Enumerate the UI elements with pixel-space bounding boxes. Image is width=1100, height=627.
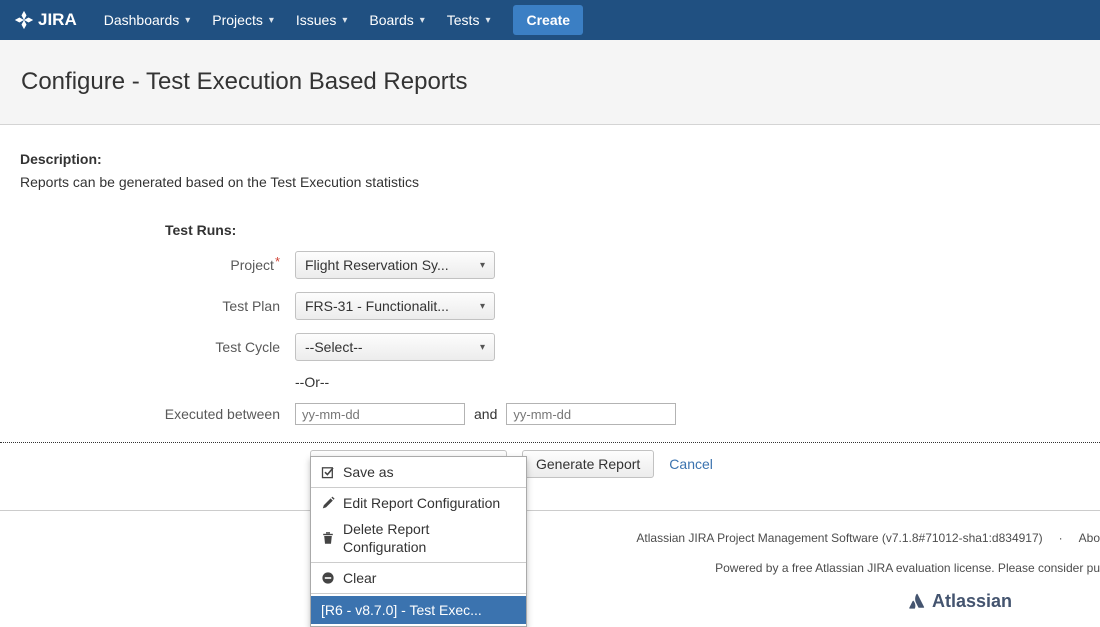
- atlassian-logo[interactable]: Atlassian: [0, 591, 1100, 612]
- footer-line-2: Powered by a free Atlassian JIRA evaluat…: [0, 561, 1100, 575]
- executed-to-input[interactable]: [506, 403, 676, 425]
- chevron-down-icon: ▾: [480, 342, 485, 353]
- menu-separator: [311, 562, 526, 563]
- minus-circle-icon: [321, 571, 335, 585]
- chevron-down-icon: ▾: [480, 301, 485, 312]
- page-footer: Atlassian JIRA Project Management Softwa…: [0, 510, 1100, 612]
- executed-from-input[interactable]: [295, 403, 465, 425]
- chevron-down-icon: ▾: [269, 15, 274, 26]
- top-navigation: JIRA Dashboards ▾ Projects ▾ Issues ▾ Bo…: [0, 0, 1100, 40]
- nav-item-projects[interactable]: Projects ▾: [201, 0, 285, 40]
- test-plan-select-value: FRS-31 - Functionalit...: [305, 298, 449, 314]
- required-asterisk: *: [275, 254, 280, 269]
- menu-item-edit-report-configuration[interactable]: Edit Report Configuration: [311, 490, 526, 516]
- nav-item-label: Tests: [447, 12, 480, 28]
- menu-item-selected-report[interactable]: [R6 - v8.7.0] - Test Exec...: [311, 596, 526, 624]
- trash-icon: [321, 531, 335, 545]
- test-plan-label: Test Plan: [20, 298, 295, 314]
- nav-item-tests[interactable]: Tests ▾: [436, 0, 502, 40]
- dotted-divider: [0, 442, 1100, 443]
- menu-item-clear[interactable]: Clear: [311, 565, 526, 591]
- description-text: Reports can be generated based on the Te…: [20, 174, 1080, 190]
- menu-separator: [311, 487, 526, 488]
- project-select-value: Flight Reservation Sy...: [305, 257, 449, 273]
- jira-logo-icon: [14, 10, 34, 30]
- nav-item-label: Projects: [212, 12, 263, 28]
- project-label-text: Project: [230, 257, 274, 273]
- test-runs-section-label: Test Runs:: [165, 222, 1080, 238]
- footer-version-text: Atlassian JIRA Project Management Softwa…: [636, 531, 1042, 545]
- description-label: Description:: [20, 151, 1080, 167]
- menu-item-label: Delete Report Configuration: [343, 520, 516, 556]
- generate-report-button[interactable]: Generate Report: [522, 450, 654, 478]
- test-cycle-row: Test Cycle --Select-- ▾: [20, 333, 1080, 361]
- menu-item-delete-report-configuration[interactable]: Delete Report Configuration: [311, 516, 526, 560]
- footer-line-1: Atlassian JIRA Project Management Softwa…: [0, 531, 1100, 545]
- nav-item-label: Boards: [369, 12, 413, 28]
- nav-item-label: Dashboards: [104, 12, 180, 28]
- chevron-down-icon: ▾: [185, 15, 190, 26]
- chevron-down-icon: ▾: [485, 15, 490, 26]
- project-label: Project*: [20, 257, 295, 273]
- footer-about-link[interactable]: Abo: [1079, 531, 1100, 545]
- report-config-menu: Save as Edit Report Configuration Delete…: [310, 456, 527, 627]
- or-text: --Or--: [295, 374, 329, 390]
- atlassian-logo-icon: [907, 592, 927, 612]
- menu-separator: [311, 593, 526, 594]
- test-cycle-label: Test Cycle: [20, 339, 295, 355]
- executed-between-label: Executed between: [20, 406, 295, 422]
- test-cycle-select-value: --Select--: [305, 339, 363, 355]
- nav-item-label: Issues: [296, 12, 336, 28]
- page-title: Configure - Test Execution Based Reports: [21, 68, 467, 96]
- jira-logo[interactable]: JIRA: [14, 10, 77, 30]
- project-select[interactable]: Flight Reservation Sy... ▾: [295, 251, 495, 279]
- executed-between-row: Executed between and: [20, 403, 1080, 425]
- menu-item-label: Edit Report Configuration: [343, 494, 500, 512]
- pencil-icon: [321, 496, 335, 510]
- page-header: Configure - Test Execution Based Reports: [0, 40, 1100, 125]
- chevron-down-icon: ▾: [420, 15, 425, 26]
- create-button[interactable]: Create: [513, 5, 583, 35]
- test-plan-row: Test Plan FRS-31 - Functionalit... ▾: [20, 292, 1080, 320]
- checkbox-icon: [321, 465, 335, 479]
- footer-separator: ·: [1059, 531, 1063, 545]
- menu-item-label: [R6 - v8.7.0] - Test Exec...: [321, 601, 482, 619]
- description-block: Description: Reports can be generated ba…: [20, 151, 1080, 190]
- menu-item-label: Clear: [343, 569, 376, 587]
- cancel-link[interactable]: Cancel: [669, 456, 713, 472]
- chevron-down-icon: ▾: [480, 260, 485, 271]
- nav-item-boards[interactable]: Boards ▾: [358, 0, 435, 40]
- nav-item-issues[interactable]: Issues ▾: [285, 0, 359, 40]
- atlassian-logo-text: Atlassian: [932, 591, 1012, 612]
- and-text: and: [474, 406, 497, 422]
- chevron-down-icon: ▾: [342, 15, 347, 26]
- or-row: --Or--: [20, 374, 1080, 390]
- menu-item-save-as[interactable]: Save as: [311, 459, 526, 485]
- test-plan-select[interactable]: FRS-31 - Functionalit... ▾: [295, 292, 495, 320]
- test-cycle-select[interactable]: --Select-- ▾: [295, 333, 495, 361]
- jira-logo-text: JIRA: [38, 10, 77, 30]
- nav-item-dashboards[interactable]: Dashboards ▾: [93, 0, 202, 40]
- menu-item-label: Save as: [343, 463, 394, 481]
- project-row: Project* Flight Reservation Sy... ▾: [20, 251, 1080, 279]
- main-content: Description: Reports can be generated ba…: [0, 151, 1100, 478]
